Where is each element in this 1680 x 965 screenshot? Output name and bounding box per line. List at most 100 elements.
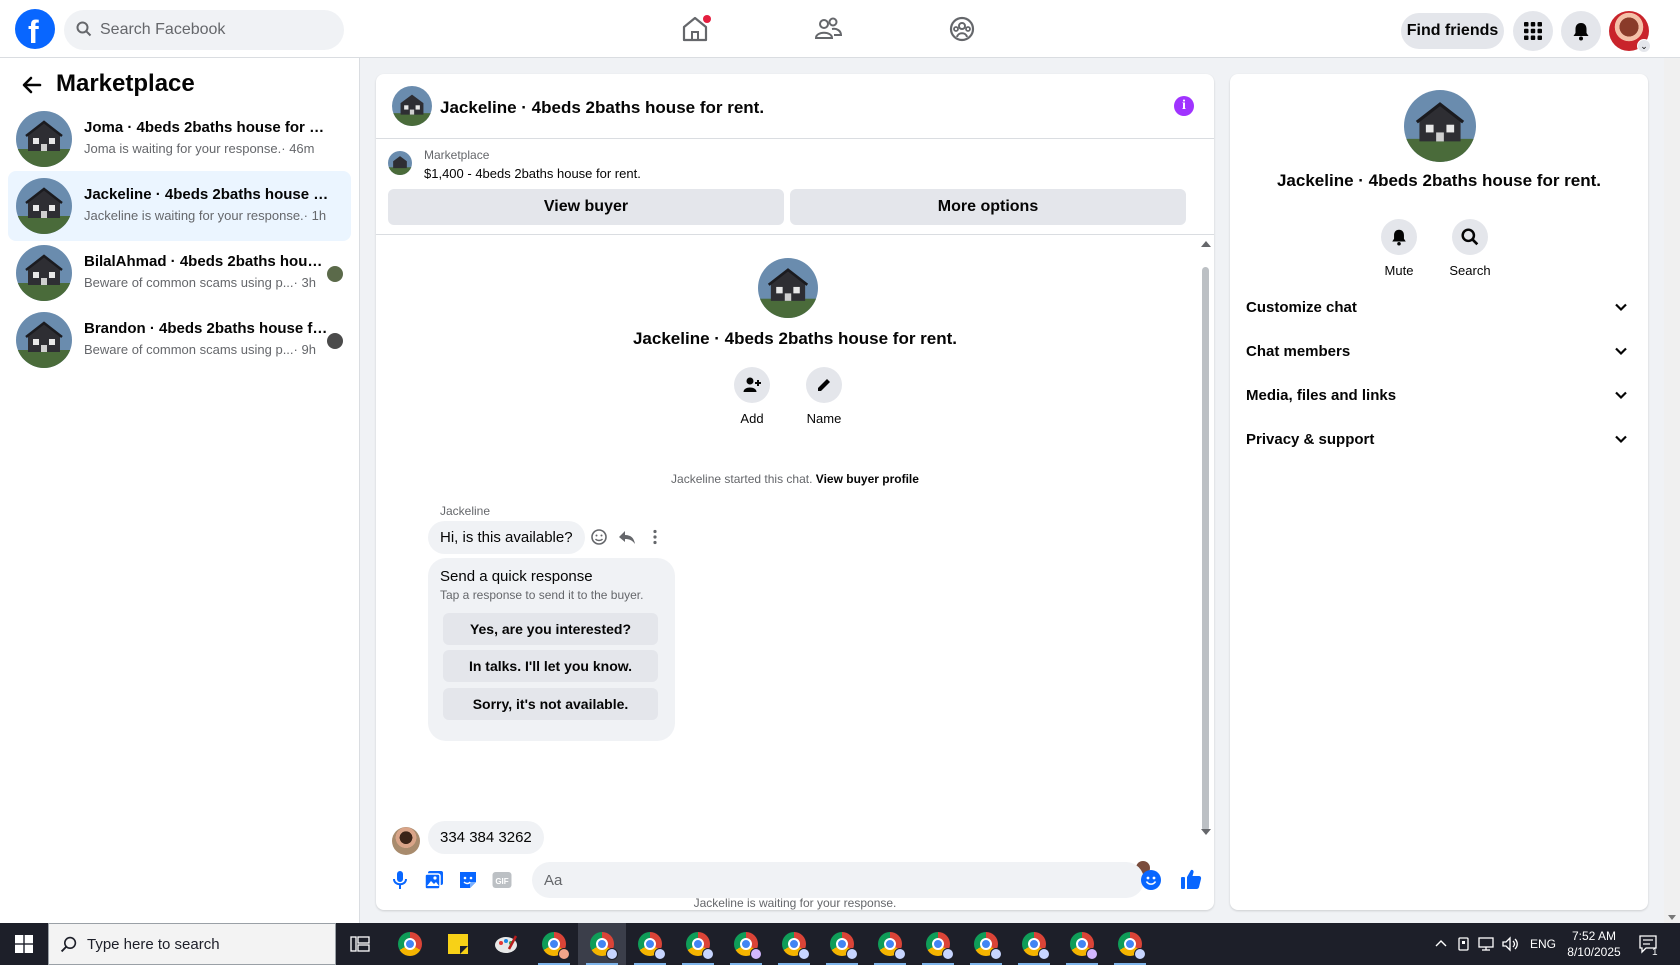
notifications-button[interactable] <box>1561 11 1601 51</box>
incoming-message[interactable]: 334 384 3262 <box>428 821 544 854</box>
bell-icon <box>1392 229 1406 246</box>
scrollbar-thumb[interactable] <box>1202 267 1209 831</box>
taskbar-chrome[interactable] <box>722 923 770 965</box>
scroll-down-arrow-icon[interactable] <box>1201 829 1211 835</box>
mute-action[interactable]: Mute <box>1369 219 1429 278</box>
bell-icon <box>1573 23 1589 41</box>
conversation-name: Brandon · 4beds 2baths house for rent. <box>84 320 329 337</box>
start-button[interactable] <box>0 923 48 965</box>
facebook-search[interactable] <box>64 10 344 50</box>
privacy-support-section[interactable]: Privacy & support <box>1238 418 1640 462</box>
message-thread[interactable]: Jackeline · 4beds 2baths house for rent.… <box>376 236 1214 910</box>
taskbar-chrome[interactable] <box>866 923 914 965</box>
chevron-up-icon[interactable] <box>1434 937 1448 951</box>
action-center-button[interactable]: 1 <box>1638 923 1660 965</box>
sender-avatar[interactable] <box>392 827 420 855</box>
section-label: Media, files and links <box>1246 387 1397 404</box>
listing-thumbnail[interactable] <box>392 86 432 126</box>
taskbar-chrome[interactable] <box>962 923 1010 965</box>
customize-chat-section[interactable]: Customize chat <box>1238 286 1640 330</box>
conversation-item[interactable]: BilalAhmad · 4beds 2baths house for rent… <box>8 238 351 308</box>
incoming-message[interactable]: Hi, is this available? <box>428 521 585 554</box>
chat-title[interactable]: Jackeline · 4beds 2baths house for rent. <box>440 98 764 118</box>
search-in-conversation-action[interactable]: Search <box>1440 219 1500 278</box>
svg-text:GIF: GIF <box>495 877 508 886</box>
scroll-down-arrow-icon[interactable] <box>1668 915 1676 920</box>
conversation-item[interactable]: Jackeline · 4beds 2baths house for rent.… <box>8 171 351 241</box>
section-label: Customize chat <box>1246 299 1357 316</box>
listing-price[interactable]: $1,400 - 4beds 2baths house for rent. <box>424 166 641 181</box>
device-icon[interactable] <box>1456 936 1472 952</box>
taskbar-chrome[interactable] <box>674 923 722 965</box>
sticker-button[interactable] <box>456 868 480 892</box>
conversation-item[interactable]: Joma · 4beds 2baths house for rent. Joma… <box>8 104 351 174</box>
menu-button[interactable] <box>1513 11 1553 51</box>
react-emoji-icon[interactable] <box>590 528 608 546</box>
taskbar-chrome[interactable] <box>1106 923 1154 965</box>
clock-date: 8/10/2025 <box>1567 945 1621 959</box>
quick-response-subtitle: Tap a response to send it to the buyer. <box>440 588 644 602</box>
groups-icon[interactable] <box>946 13 978 45</box>
taskbar-search-input[interactable] <box>87 924 327 964</box>
emoji-button[interactable] <box>1141 870 1161 890</box>
friends-icon[interactable] <box>812 13 844 45</box>
language-indicator[interactable]: ENG <box>1530 937 1556 951</box>
facebook-search-input[interactable] <box>100 10 330 50</box>
taskbar-chrome[interactable] <box>530 923 578 965</box>
name-chat-action[interactable]: Name <box>794 367 854 426</box>
taskbar-chrome[interactable] <box>914 923 962 965</box>
back-arrow-icon[interactable] <box>22 75 42 95</box>
taskbar-chrome[interactable] <box>770 923 818 965</box>
page-scrollbar[interactable] <box>1664 58 1680 923</box>
home-notification-dot <box>703 15 711 23</box>
info-icon[interactable]: i <box>1174 96 1194 116</box>
chrome-icon <box>926 932 954 960</box>
more-vertical-icon[interactable] <box>646 528 664 546</box>
volume-icon[interactable] <box>1502 936 1520 952</box>
network-icon[interactable] <box>1478 936 1496 952</box>
scroll-up-arrow-icon[interactable] <box>1201 241 1211 247</box>
taskbar-clock[interactable]: 7:52 AM 8/10/2025 <box>1558 928 1630 960</box>
taskbar-chrome[interactable] <box>386 923 434 965</box>
facebook-logo-letter: f <box>28 14 39 50</box>
task-view-button[interactable] <box>336 923 384 965</box>
taskbar-chrome-active[interactable] <box>578 923 626 965</box>
facebook-logo[interactable]: f <box>15 9 55 50</box>
find-friends-button[interactable]: Find friends <box>1401 13 1504 49</box>
reply-icon[interactable] <box>618 528 636 546</box>
chrome-icon <box>830 932 858 960</box>
send-like-button[interactable] <box>1180 868 1202 890</box>
media-files-links-section[interactable]: Media, files and links <box>1238 374 1640 418</box>
taskbar-paint[interactable] <box>482 923 530 965</box>
chrome-icon <box>782 932 810 960</box>
taskbar-search[interactable] <box>48 923 336 965</box>
conversation-item[interactable]: Brandon · 4beds 2baths house for rent. B… <box>8 305 351 375</box>
chrome-icon <box>1118 932 1146 960</box>
quick-response-button[interactable]: Sorry, it's not available. <box>443 688 658 720</box>
conversation-preview: Beware of common scams using p...· 9h <box>84 342 316 357</box>
listing-thumbnail <box>16 312 72 368</box>
thread-scrollbar[interactable] <box>1196 236 1214 836</box>
attach-photo-button[interactable] <box>422 868 446 892</box>
listing-thumbnail <box>1404 90 1476 162</box>
search-icon <box>1461 228 1479 246</box>
message-input[interactable] <box>532 862 1144 898</box>
quick-response-button[interactable]: In talks. I'll let you know. <box>443 650 658 682</box>
view-buyer-button[interactable]: View buyer <box>388 189 784 225</box>
task-view-icon <box>350 936 370 952</box>
taskbar-chrome[interactable] <box>818 923 866 965</box>
chat-members-section[interactable]: Chat members <box>1238 330 1640 374</box>
taskbar-chrome[interactable] <box>626 923 674 965</box>
chrome-icon <box>398 932 422 956</box>
voice-clip-button[interactable] <box>388 868 412 892</box>
gif-button[interactable]: GIF <box>490 868 514 892</box>
taskbar-sticky-notes[interactable] <box>434 923 482 965</box>
taskbar-chrome[interactable] <box>1010 923 1058 965</box>
add-people-action[interactable]: Add <box>722 367 782 426</box>
taskbar-chrome[interactable] <box>1058 923 1106 965</box>
account-avatar[interactable]: ⌄ <box>1609 11 1651 53</box>
conversation-name: BilalAhmad · 4beds 2baths house for rent… <box>84 253 329 270</box>
quick-response-button[interactable]: Yes, are you interested? <box>443 613 658 645</box>
view-buyer-profile-link[interactable]: View buyer profile <box>816 472 919 486</box>
more-options-button[interactable]: More options <box>790 189 1186 225</box>
